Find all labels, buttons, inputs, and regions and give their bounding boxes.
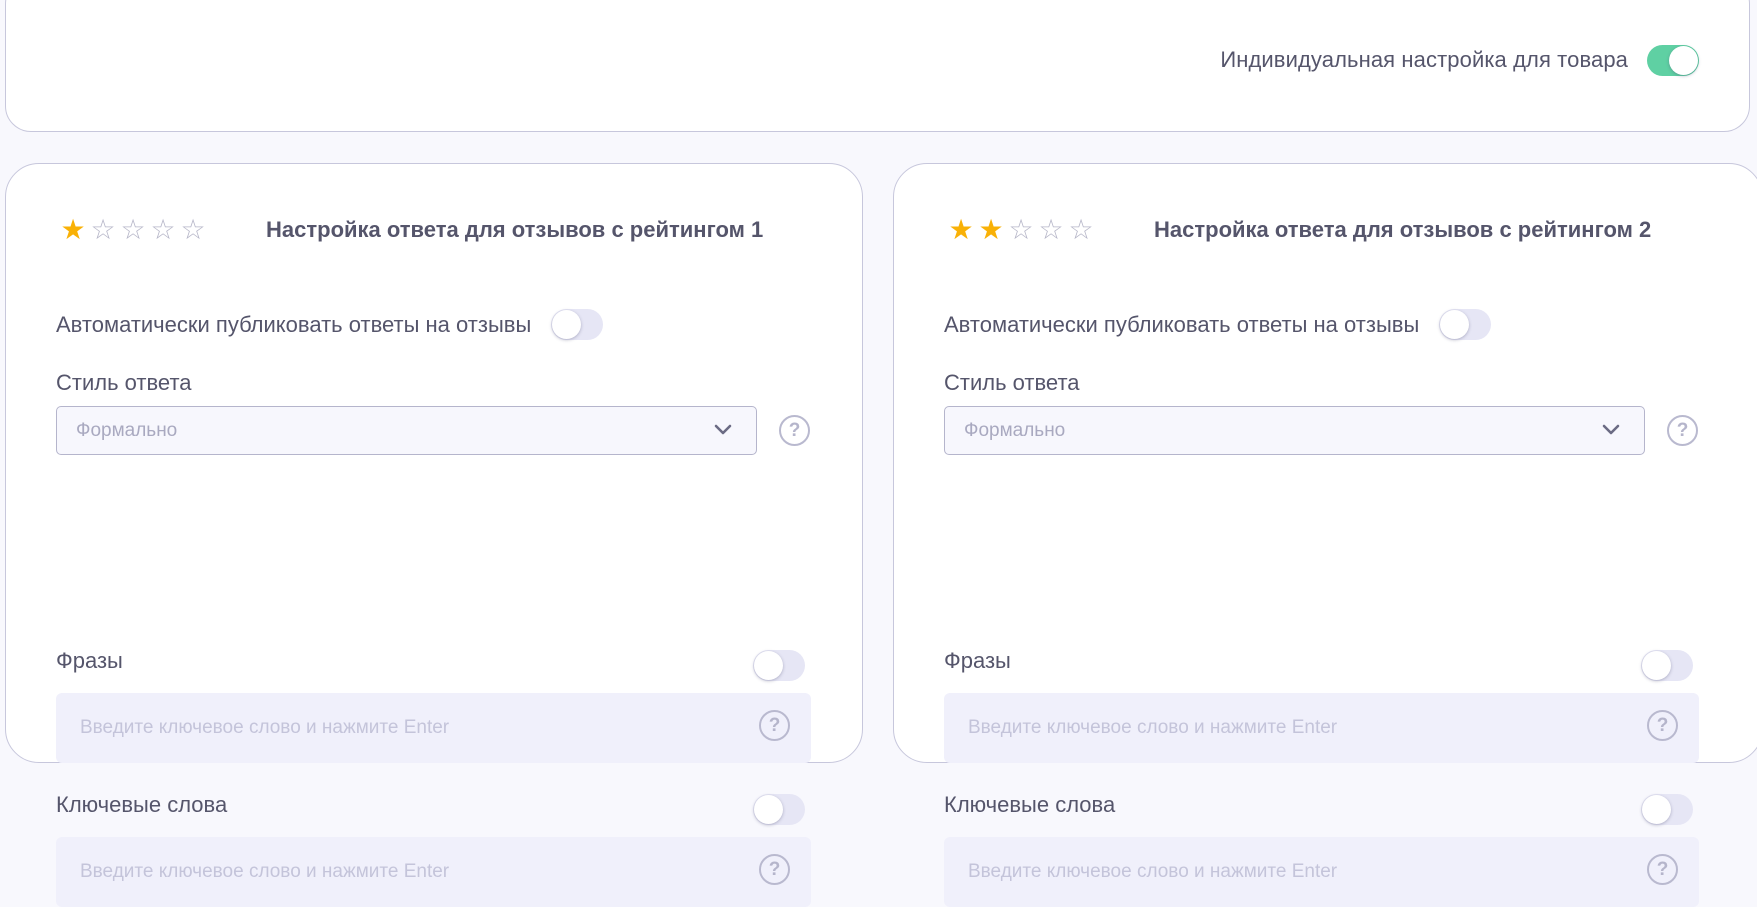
individual-settings-panel: Индивидуальная настройка для товара bbox=[5, 0, 1750, 132]
keywords-placeholder: Введите ключевое слово и нажмите Enter bbox=[80, 861, 450, 882]
keywords-toggle[interactable] bbox=[753, 794, 805, 825]
star-filled-icon: ★ bbox=[978, 213, 1004, 246]
keywords-label: Ключевые слова bbox=[944, 792, 1116, 817]
keywords-toggle[interactable] bbox=[1641, 794, 1693, 825]
keywords-input[interactable]: Введите ключевое слово и нажмите Enter ? bbox=[944, 837, 1699, 907]
response-style-value: Формально bbox=[76, 419, 178, 441]
phrases-placeholder: Введите ключевое слово и нажмите Enter bbox=[968, 717, 1338, 738]
toggle-knob bbox=[1642, 651, 1671, 680]
star-empty-icon: ☆ bbox=[120, 213, 146, 246]
help-icon[interactable]: ? bbox=[779, 415, 810, 446]
help-icon[interactable]: ? bbox=[1647, 854, 1678, 885]
rating-1-settings-card: ★ ☆ ☆ ☆ ☆ Настройка ответа для отзывов с… bbox=[5, 163, 863, 907]
card-header: ★ ★ ☆ ☆ ☆ Настройка ответа для отзывов с… bbox=[946, 214, 1651, 246]
star-empty-icon: ☆ bbox=[1038, 213, 1064, 246]
toggle-knob bbox=[1669, 45, 1698, 75]
phrases-toggle[interactable] bbox=[753, 650, 805, 681]
phrases-input[interactable]: Введите ключевое слово и нажмите Enter ? bbox=[56, 693, 811, 763]
keywords-placeholder: Введите ключевое слово и нажмите Enter bbox=[968, 861, 1338, 882]
rating-2-settings-card: ★ ★ ☆ ☆ ☆ Настройка ответа для отзывов с… bbox=[893, 163, 1757, 907]
star-empty-icon: ☆ bbox=[1008, 213, 1034, 246]
response-style-select[interactable]: Формально bbox=[944, 406, 1645, 455]
toggle-knob bbox=[1440, 310, 1470, 339]
star-empty-icon: ☆ bbox=[150, 213, 176, 246]
phrases-toggle[interactable] bbox=[1641, 650, 1693, 681]
phrases-label: Фразы bbox=[56, 648, 123, 673]
response-style-value: Формально bbox=[964, 419, 1066, 441]
toggle-knob bbox=[1642, 795, 1671, 824]
phrases-input[interactable]: Введите ключевое слово и нажмите Enter ? bbox=[944, 693, 1699, 763]
card-title: Настройка ответа для отзывов с рейтингом… bbox=[1154, 217, 1652, 242]
chevron-down-icon bbox=[714, 424, 732, 435]
chevron-down-icon bbox=[1602, 424, 1620, 435]
rating-stars: ★ ★ ☆ ☆ ☆ bbox=[946, 214, 1154, 246]
toggle-knob bbox=[754, 651, 783, 680]
help-icon[interactable]: ? bbox=[759, 854, 790, 885]
rating-stars: ★ ☆ ☆ ☆ ☆ bbox=[58, 214, 266, 246]
response-style-select[interactable]: Формально bbox=[56, 406, 757, 455]
help-icon[interactable]: ? bbox=[759, 710, 790, 741]
individual-settings-label: Индивидуальная настройка для товара bbox=[1220, 47, 1628, 72]
phrases-placeholder: Введите ключевое слово и нажмите Enter bbox=[80, 717, 450, 738]
response-style-label: Стиль ответа bbox=[944, 370, 1080, 395]
toggle-knob bbox=[754, 795, 783, 824]
help-icon[interactable]: ? bbox=[1667, 415, 1698, 446]
auto-publish-row: Автоматически публиковать ответы на отзы… bbox=[944, 308, 1492, 341]
auto-publish-toggle[interactable] bbox=[1439, 309, 1492, 340]
auto-publish-label: Автоматически публиковать ответы на отзы… bbox=[56, 311, 532, 337]
card-title: Настройка ответа для отзывов с рейтингом… bbox=[266, 217, 764, 242]
keywords-input[interactable]: Введите ключевое слово и нажмите Enter ? bbox=[56, 837, 811, 907]
phrases-label: Фразы bbox=[944, 648, 1011, 673]
star-filled-icon: ★ bbox=[60, 213, 86, 246]
auto-publish-label: Автоматически публиковать ответы на отзы… bbox=[944, 311, 1420, 337]
auto-publish-row: Автоматически публиковать ответы на отзы… bbox=[56, 308, 604, 341]
star-empty-icon: ☆ bbox=[1068, 213, 1094, 246]
star-filled-icon: ★ bbox=[948, 213, 974, 246]
toggle-knob bbox=[552, 310, 582, 339]
individual-settings-row: Индивидуальная настройка для товара bbox=[1220, 44, 1699, 76]
auto-publish-toggle[interactable] bbox=[551, 309, 604, 340]
individual-settings-toggle[interactable] bbox=[1647, 44, 1699, 76]
keywords-label: Ключевые слова bbox=[56, 792, 228, 817]
response-style-label: Стиль ответа bbox=[56, 370, 192, 395]
star-empty-icon: ☆ bbox=[180, 213, 206, 246]
help-icon[interactable]: ? bbox=[1647, 710, 1678, 741]
card-header: ★ ☆ ☆ ☆ ☆ Настройка ответа для отзывов с… bbox=[58, 214, 763, 246]
star-empty-icon: ☆ bbox=[90, 213, 116, 246]
